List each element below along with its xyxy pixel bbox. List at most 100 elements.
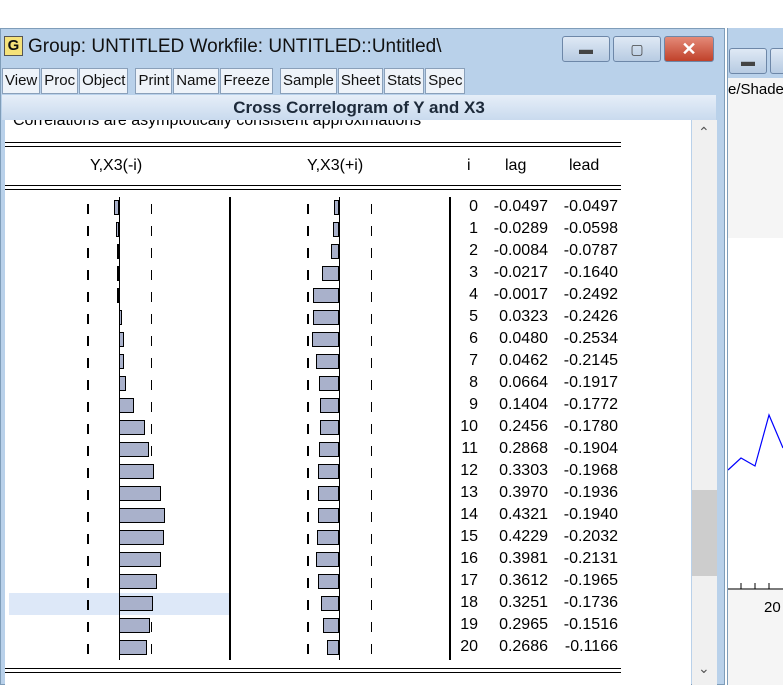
row-lead-value: -0.1772	[563, 396, 618, 413]
toolbar-stats-button[interactable]: Stats	[384, 68, 425, 94]
row-lag-value: 0.1404	[499, 396, 548, 413]
row-index: 10	[460, 418, 478, 435]
lead-bar	[333, 200, 339, 215]
confidence-bound-mark	[150, 622, 153, 632]
confidence-bound-mark	[307, 600, 309, 610]
confidence-bound-mark	[150, 380, 153, 390]
confidence-bound-mark	[87, 270, 89, 280]
row-lead-value: -0.1904	[563, 440, 618, 457]
toolbar-sample-button[interactable]: Sample	[280, 68, 337, 94]
toolbar-freeze-button[interactable]: Freeze	[220, 68, 273, 94]
confidence-bound-mark	[307, 468, 309, 478]
lead-bar	[326, 640, 339, 655]
row-index: 8	[469, 374, 478, 391]
confidence-bound-mark	[370, 380, 373, 390]
row-lead-value: -0.1917	[563, 374, 618, 391]
confidence-bound-mark	[370, 424, 373, 434]
toolbar-spec-button[interactable]: Spec	[425, 68, 466, 94]
confidence-bound-mark	[150, 226, 153, 236]
confidence-bound-mark	[150, 204, 153, 214]
row-index: 16	[460, 550, 478, 567]
confidence-bound-mark	[370, 446, 373, 456]
row-index: 3	[469, 264, 478, 281]
toolbar-object-button[interactable]: Object	[79, 68, 129, 94]
confidence-bound-mark	[87, 226, 89, 236]
lead-bar	[318, 574, 339, 589]
confidence-bound-mark	[307, 248, 309, 258]
confidence-bound-mark	[307, 446, 309, 456]
confidence-bound-mark	[87, 424, 89, 434]
scrollbar-thumb[interactable]	[692, 490, 717, 576]
confidence-bound-mark	[87, 402, 89, 412]
confidence-bound-mark	[150, 358, 153, 368]
row-lead-value: -0.1780	[563, 418, 618, 435]
confidence-bound-mark	[150, 446, 153, 456]
confidence-bound-mark	[87, 556, 89, 566]
row-lag-value: 0.3612	[499, 572, 548, 589]
confidence-bound-mark	[370, 248, 373, 258]
lead-bar	[318, 442, 339, 457]
row-lead-value: -0.2492	[563, 286, 618, 303]
row-lag-value: 0.2868	[499, 440, 548, 457]
window-title: G Group: UNTITLED Workfile: UNTITLED::Unt…	[4, 36, 442, 58]
row-lead-value: -0.1940	[563, 506, 618, 523]
lead-bar	[320, 596, 339, 611]
lag-bar	[119, 618, 151, 633]
vertical-scrollbar[interactable]: ⌃ ⌄	[692, 120, 717, 685]
lead-bar	[318, 486, 339, 501]
confidence-bound-mark	[87, 512, 89, 522]
lead-bar	[316, 552, 339, 567]
lead-bar	[318, 376, 339, 391]
window-title-text: Group: UNTITLED Workfile: UNTITLED::Unti…	[28, 36, 442, 57]
maximize-button[interactable]: ▢	[613, 36, 661, 62]
axis-tick-label: 20	[764, 599, 781, 616]
row-lag-value: 0.4321	[499, 506, 548, 523]
confidence-bound-mark	[370, 292, 373, 302]
row-index: 6	[469, 330, 478, 347]
maximize-button[interactable]	[770, 48, 783, 74]
confidence-bound-mark	[307, 622, 309, 632]
row-lead-value: -0.1736	[563, 594, 618, 611]
row-lag-value: 0.2456	[499, 418, 548, 435]
confidence-bound-mark	[370, 534, 373, 544]
confidence-bound-mark	[370, 468, 373, 478]
confidence-bound-mark	[150, 248, 153, 258]
lead-bar	[312, 288, 339, 303]
confidence-bound-mark	[87, 622, 89, 632]
lag-bar	[117, 244, 119, 259]
row-index: 7	[469, 352, 478, 369]
row-index: 4	[469, 286, 478, 303]
header-lag-plot: Y,X3(-i)	[90, 157, 143, 174]
confidence-bound-mark	[87, 204, 89, 214]
group-icon: G	[4, 36, 23, 56]
row-lead-value: -0.0598	[563, 220, 618, 237]
confidence-bound-mark	[87, 578, 89, 588]
toolbar-print-button[interactable]: Print	[135, 68, 173, 94]
lag-bar	[115, 222, 119, 237]
confidence-bound-mark	[307, 270, 309, 280]
background-graph-window: ▬ e/Shade 20	[727, 28, 783, 685]
lag-bar	[113, 200, 119, 215]
lag-bar	[119, 464, 154, 479]
toolbar-proc-button[interactable]: Proc	[41, 68, 79, 94]
row-index: 19	[460, 616, 478, 633]
row-lead-value: -0.2426	[563, 308, 618, 325]
confidence-bound-mark	[87, 248, 89, 258]
confidence-bound-mark	[307, 402, 309, 412]
lag-bar	[119, 442, 150, 457]
confidence-bound-mark	[370, 490, 373, 500]
close-button[interactable]: ✕	[664, 36, 714, 62]
confidence-bound-mark	[87, 292, 89, 302]
toolbar-view-button[interactable]: View	[2, 68, 41, 94]
confidence-bound-mark	[370, 644, 373, 654]
scroll-down-icon[interactable]: ⌄	[698, 660, 710, 677]
scroll-up-icon[interactable]: ⌃	[698, 124, 710, 141]
toolbar-sheet-button[interactable]: Sheet	[337, 68, 384, 94]
toolbar-name-button[interactable]: Name	[173, 68, 220, 94]
minimize-button[interactable]: ▬	[729, 48, 767, 74]
confidence-bound-mark	[87, 446, 89, 456]
row-lag-value: 0.0323	[499, 308, 548, 325]
confidence-bound-mark	[370, 600, 373, 610]
minimize-button[interactable]: ▬	[562, 36, 610, 62]
row-lead-value: -0.1516	[563, 616, 618, 633]
